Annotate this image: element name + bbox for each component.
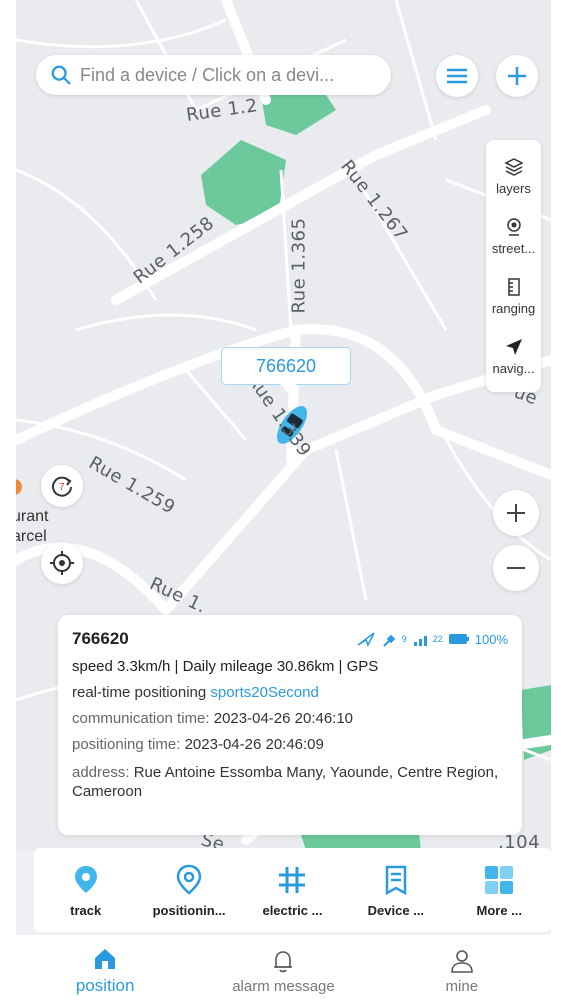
tab-position-label: position (75, 976, 135, 995)
navigation-label: navig... (492, 360, 535, 376)
satellite-count: 9 (401, 634, 407, 644)
location-pin-icon (74, 865, 97, 893)
minus-icon (507, 567, 525, 569)
positioning-icon (176, 864, 202, 895)
comm-time-label: communication time: (72, 710, 210, 727)
device-status-icons: 9 22 100% (356, 630, 508, 648)
refresh-icon: 7 (52, 476, 72, 497)
device-action-toolbar: track positionin... electric ... Device … (34, 848, 551, 932)
device-info-card[interactable]: 766620 9 22 100% speed 3.3km/h | Daily m… (58, 615, 522, 835)
map-tools-panel: layers street... ranging navig... (486, 140, 541, 392)
tab-position[interactable]: position (30, 946, 180, 996)
layers-label: layers (496, 180, 531, 196)
more-button[interactable]: More ... (452, 863, 547, 918)
more-label: More ... (476, 902, 522, 918)
list-icon (447, 68, 467, 84)
device-callout[interactable]: 766620 (221, 347, 351, 393)
satellite-icon (383, 634, 395, 647)
search-placeholder: Find a device / Click on a devi... (80, 64, 335, 85)
device-info-icon (385, 865, 407, 895)
tab-mine[interactable]: mine (387, 948, 537, 995)
navigation-arrow-icon (505, 338, 522, 355)
device-search-input[interactable]: Find a device / Click on a devi... (36, 55, 391, 95)
pos-time-label: positioning time: (72, 736, 181, 753)
plus-icon (507, 504, 525, 522)
user-icon (451, 949, 473, 973)
pos-time-value: 2023-04-26 20:46:09 (184, 736, 324, 753)
app-frame: Rue 1.2 Rue 1.267 Rue 1.258 Rue 1.365 Ru… (16, 0, 551, 1007)
realtime-label: real-time positioning (72, 684, 207, 701)
street-view-icon (506, 217, 521, 236)
street-label: Rue 1.365 (288, 217, 310, 314)
poi-label: arcel (16, 528, 47, 545)
more-grid-icon (485, 865, 514, 894)
street-view-label: street... (491, 240, 536, 256)
tab-alarm-label: alarm message (232, 977, 335, 995)
tab-alarm-message[interactable]: alarm message (208, 948, 358, 995)
refresh-countdown: 7 (59, 482, 65, 493)
street-view-button[interactable]: street... (486, 206, 541, 266)
battery-level: 100% (474, 631, 508, 647)
add-device-button[interactable] (496, 55, 538, 97)
layers-button[interactable]: layers (486, 146, 541, 206)
bell-icon (274, 950, 293, 972)
ranging-label: ranging (491, 300, 536, 316)
device-info-label: Device ... (367, 902, 425, 918)
positioning-button[interactable]: positionin... (142, 863, 237, 918)
signal-strength: 22 (432, 634, 443, 644)
poi-marker[interactable] (16, 479, 22, 495)
electric-fence-label: electric ... (262, 902, 323, 918)
device-name: 766620 (72, 629, 129, 648)
search-icon (51, 65, 71, 85)
track-button[interactable]: track (38, 863, 133, 918)
ruler-icon (507, 277, 520, 296)
electric-fence-icon (279, 866, 306, 893)
locate-me-button[interactable] (41, 542, 83, 584)
bottom-tab-bar: position alarm message mine (16, 935, 551, 1007)
layers-icon (503, 157, 524, 176)
crosshair-icon (50, 551, 74, 575)
zoom-in-button[interactable] (493, 490, 539, 536)
realtime-mode: sports20Second (210, 684, 319, 701)
track-label: track (70, 902, 102, 918)
navigation-button[interactable]: navig... (486, 326, 541, 386)
address-value: Rue Antoine Essomba Many, Yaounde, Centr… (72, 764, 499, 800)
signal-icon (413, 636, 427, 646)
ranging-button[interactable]: ranging (486, 266, 541, 326)
plus-icon (508, 67, 526, 85)
zoom-out-button[interactable] (493, 545, 539, 591)
device-info-button[interactable]: Device ... (348, 863, 443, 918)
tab-mine-label: mine (445, 977, 479, 995)
device-list-button[interactable] (436, 55, 478, 97)
home-icon (95, 949, 116, 969)
address-label: address: (72, 764, 130, 781)
positioning-label: positionin... (152, 902, 226, 918)
speed-line: speed 3.3km/h | Daily mileage 30.86km | … (72, 658, 379, 675)
comm-time-value: 2023-04-26 20:46:10 (213, 710, 354, 727)
refresh-button[interactable]: 7 (41, 465, 83, 507)
gps-icon (357, 632, 375, 647)
poi-label: urant (16, 508, 49, 525)
electric-fence-button[interactable]: electric ... (245, 863, 340, 918)
battery-icon (448, 634, 469, 644)
